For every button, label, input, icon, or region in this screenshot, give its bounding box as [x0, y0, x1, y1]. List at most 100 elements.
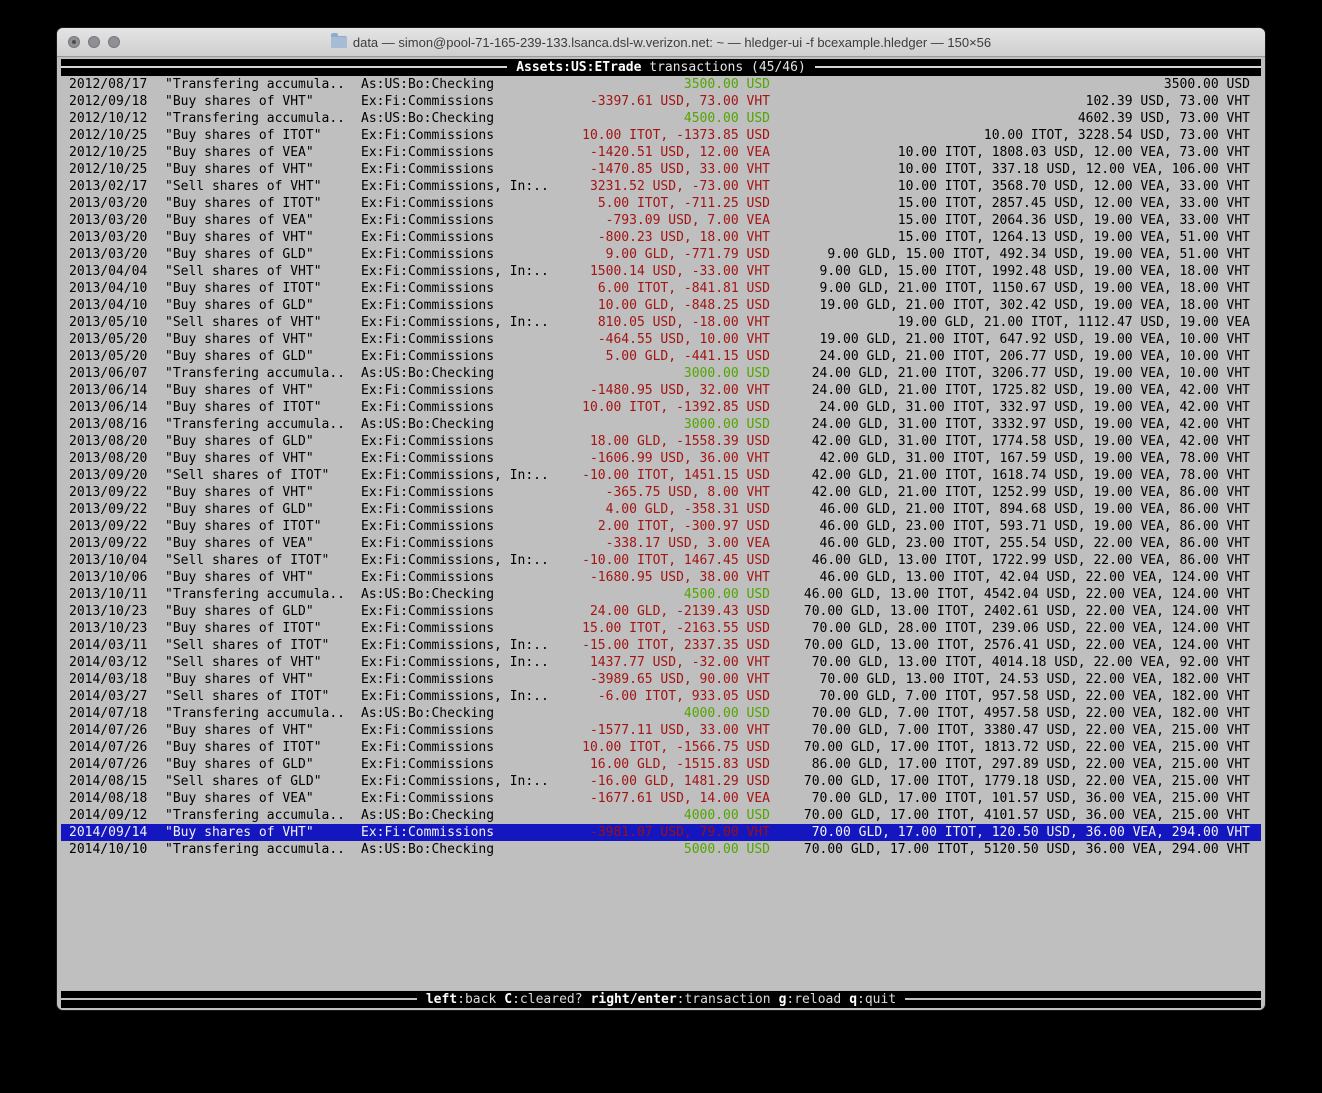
transaction-amount: -3989.65 USD, 90.00 VHT: [561, 671, 770, 688]
transaction-amount: 6.00 ITOT, -841.81 USD: [561, 280, 770, 297]
transaction-date: 2014/07/26: [69, 722, 157, 739]
transaction-balance: 24.00 GLD, 21.00 ITOT, 3206.77 USD, 19.0…: [770, 365, 1261, 382]
transaction-description: "Sell shares of ITOT": [165, 637, 361, 654]
transaction-row[interactable]: 2014/03/18 "Buy shares of VHT" Ex:Fi:Com…: [61, 671, 1261, 688]
transaction-other-accounts: Ex:Fi:Commissions, In:..: [361, 688, 561, 705]
transaction-row[interactable]: 2013/10/23 "Buy shares of GLD" Ex:Fi:Com…: [61, 603, 1261, 620]
transaction-row[interactable]: 2012/10/25 "Buy shares of VEA" Ex:Fi:Com…: [61, 144, 1261, 161]
column-gap: [157, 569, 165, 586]
transaction-row[interactable]: 2014/07/18 "Transfering accumula.. As:US…: [61, 705, 1261, 722]
transaction-balance: 42.00 GLD, 31.00 ITOT, 1774.58 USD, 19.0…: [770, 433, 1261, 450]
transaction-row[interactable]: 2013/10/11 "Transfering accumula.. As:US…: [61, 586, 1261, 603]
column-gap: [157, 331, 165, 348]
transaction-balance: 70.00 GLD, 17.00 ITOT, 5120.50 USD, 36.0…: [770, 841, 1261, 858]
transaction-row[interactable]: 2013/10/23 "Buy shares of ITOT" Ex:Fi:Co…: [61, 620, 1261, 637]
transaction-date: 2014/10/10: [69, 841, 157, 858]
column-gap: [157, 229, 165, 246]
transaction-row[interactable]: 2014/03/11 "Sell shares of ITOT" Ex:Fi:C…: [61, 637, 1261, 654]
transaction-row[interactable]: 2013/05/20 "Buy shares of VHT" Ex:Fi:Com…: [61, 331, 1261, 348]
transaction-other-accounts: Ex:Fi:Commissions, In:..: [361, 637, 561, 654]
transaction-row[interactable]: 2013/03/20 "Buy shares of GLD" Ex:Fi:Com…: [61, 246, 1261, 263]
transaction-row[interactable]: 2012/08/17 "Transfering accumula.. As:US…: [61, 76, 1261, 93]
transaction-row[interactable]: 2013/09/22 "Buy shares of GLD" Ex:Fi:Com…: [61, 501, 1261, 518]
transaction-row[interactable]: 2014/10/10 "Transfering accumula.. As:US…: [61, 841, 1261, 858]
transaction-row[interactable]: 2013/04/04 "Sell shares of VHT" Ex:Fi:Co…: [61, 263, 1261, 280]
transaction-row[interactable]: 2012/10/25 "Buy shares of ITOT" Ex:Fi:Co…: [61, 127, 1261, 144]
transaction-description: "Buy shares of VHT": [165, 722, 361, 739]
key-left-desc: :back: [457, 992, 496, 1007]
transaction-balance: 42.00 GLD, 21.00 ITOT, 1252.99 USD, 19.0…: [770, 484, 1261, 501]
transaction-description: "Transfering accumula..: [165, 841, 361, 858]
transaction-row[interactable]: 2013/06/07 "Transfering accumula.. As:US…: [61, 365, 1261, 382]
transaction-balance: 70.00 GLD, 13.00 ITOT, 24.53 USD, 22.00 …: [770, 671, 1261, 688]
column-gap: [157, 807, 165, 824]
column-gap: [157, 467, 165, 484]
transaction-row[interactable]: 2013/08/20 "Buy shares of GLD" Ex:Fi:Com…: [61, 433, 1261, 450]
column-gap: [157, 824, 165, 841]
transaction-row[interactable]: 2013/05/20 "Buy shares of GLD" Ex:Fi:Com…: [61, 348, 1261, 365]
transaction-balance: 46.00 GLD, 13.00 ITOT, 4542.04 USD, 22.0…: [770, 586, 1261, 603]
transaction-row[interactable]: 2014/09/12 "Transfering accumula.. As:US…: [61, 807, 1261, 824]
column-gap: [157, 535, 165, 552]
transaction-other-accounts: Ex:Fi:Commissions: [361, 161, 561, 178]
transaction-row[interactable]: 2014/08/18 "Buy shares of VEA" Ex:Fi:Com…: [61, 790, 1261, 807]
transaction-row[interactable]: 2013/09/20 "Sell shares of ITOT" Ex:Fi:C…: [61, 467, 1261, 484]
column-gap: [157, 739, 165, 756]
transaction-amount: 15.00 ITOT, -2163.55 USD: [561, 620, 770, 637]
transaction-row[interactable]: 2013/03/20 "Buy shares of VEA" Ex:Fi:Com…: [61, 212, 1261, 229]
transaction-row[interactable]: 2014/07/26 "Buy shares of ITOT" Ex:Fi:Co…: [61, 739, 1261, 756]
transaction-row[interactable]: 2013/03/20 "Buy shares of VHT" Ex:Fi:Com…: [61, 229, 1261, 246]
transaction-row[interactable]: 2013/09/22 "Buy shares of ITOT" Ex:Fi:Co…: [61, 518, 1261, 535]
zoom-button-icon[interactable]: [108, 36, 120, 48]
transaction-balance: 10.00 ITOT, 337.18 USD, 12.00 VEA, 106.0…: [770, 161, 1261, 178]
transaction-amount: -1606.99 USD, 36.00 VHT: [561, 450, 770, 467]
column-gap: [157, 178, 165, 195]
transaction-balance: 15.00 ITOT, 1264.13 USD, 19.00 VEA, 51.0…: [770, 229, 1261, 246]
transaction-row[interactable]: 2012/09/18 "Buy shares of VHT" Ex:Fi:Com…: [61, 93, 1261, 110]
transaction-row[interactable]: 2013/04/10 "Buy shares of ITOT" Ex:Fi:Co…: [61, 280, 1261, 297]
transaction-row-selected[interactable]: 2014/09/14 "Buy shares of VHT" Ex:Fi:Com…: [61, 824, 1261, 841]
transaction-row[interactable]: 2013/08/16 "Transfering accumula.. As:US…: [61, 416, 1261, 433]
column-gap: [157, 246, 165, 263]
transaction-other-accounts: Ex:Fi:Commissions, In:..: [361, 314, 561, 331]
transaction-row[interactable]: 2013/10/06 "Buy shares of VHT" Ex:Fi:Com…: [61, 569, 1261, 586]
transaction-row[interactable]: 2012/10/25 "Buy shares of VHT" Ex:Fi:Com…: [61, 161, 1261, 178]
transaction-amount: -10.00 ITOT, 1467.45 USD: [561, 552, 770, 569]
transaction-row[interactable]: 2013/06/14 "Buy shares of ITOT" Ex:Fi:Co…: [61, 399, 1261, 416]
transaction-row[interactable]: 2014/07/26 "Buy shares of GLD" Ex:Fi:Com…: [61, 756, 1261, 773]
transaction-date: 2012/08/17: [69, 76, 157, 93]
transaction-amount: 16.00 GLD, -1515.83 USD: [561, 756, 770, 773]
transaction-other-accounts: As:US:Bo:Checking: [361, 807, 561, 824]
transaction-row[interactable]: 2012/10/12 "Transfering accumula.. As:US…: [61, 110, 1261, 127]
transaction-balance: 9.00 GLD, 15.00 ITOT, 492.34 USD, 19.00 …: [770, 246, 1261, 263]
transaction-description: "Buy shares of GLD": [165, 297, 361, 314]
transaction-row[interactable]: 2014/03/27 "Sell shares of ITOT" Ex:Fi:C…: [61, 688, 1261, 705]
transaction-row[interactable]: 2014/03/12 "Sell shares of VHT" Ex:Fi:Co…: [61, 654, 1261, 671]
title-bar[interactable]: data — simon@pool-71-165-239-133.lsanca.…: [57, 28, 1265, 57]
transaction-balance: 19.00 GLD, 21.00 ITOT, 1112.47 USD, 19.0…: [770, 314, 1261, 331]
terminal-content: Assets:US:ETrade transactions (45/46) 20…: [57, 57, 1265, 1010]
transaction-row[interactable]: 2013/10/04 "Sell shares of ITOT" Ex:Fi:C…: [61, 552, 1261, 569]
minimize-button-icon[interactable]: [88, 36, 100, 48]
transaction-balance: 46.00 GLD, 13.00 ITOT, 1722.99 USD, 22.0…: [770, 552, 1261, 569]
close-button-icon[interactable]: [68, 36, 80, 48]
column-gap: [157, 365, 165, 382]
transaction-row[interactable]: 2013/04/10 "Buy shares of GLD" Ex:Fi:Com…: [61, 297, 1261, 314]
transaction-row[interactable]: 2013/09/22 "Buy shares of VHT" Ex:Fi:Com…: [61, 484, 1261, 501]
folder-icon: [331, 36, 347, 48]
transaction-other-accounts: Ex:Fi:Commissions, In:..: [361, 552, 561, 569]
transaction-balance: 15.00 ITOT, 2857.45 USD, 12.00 VEA, 33.0…: [770, 195, 1261, 212]
column-gap: [157, 654, 165, 671]
transaction-row[interactable]: 2013/02/17 "Sell shares of VHT" Ex:Fi:Co…: [61, 178, 1261, 195]
transaction-row[interactable]: 2014/08/15 "Sell shares of GLD" Ex:Fi:Co…: [61, 773, 1261, 790]
transaction-date: 2013/10/04: [69, 552, 157, 569]
transaction-row[interactable]: 2013/08/20 "Buy shares of VHT" Ex:Fi:Com…: [61, 450, 1261, 467]
transaction-row[interactable]: 2013/05/10 "Sell shares of VHT" Ex:Fi:Co…: [61, 314, 1261, 331]
transaction-row[interactable]: 2014/07/26 "Buy shares of VHT" Ex:Fi:Com…: [61, 722, 1261, 739]
transaction-row[interactable]: 2013/03/20 "Buy shares of ITOT" Ex:Fi:Co…: [61, 195, 1261, 212]
transaction-amount: 3500.00 USD: [561, 76, 770, 93]
transaction-other-accounts: As:US:Bo:Checking: [361, 586, 561, 603]
transaction-description: "Transfering accumula..: [165, 110, 361, 127]
transaction-row[interactable]: 2013/09/22 "Buy shares of VEA" Ex:Fi:Com…: [61, 535, 1261, 552]
transaction-row[interactable]: 2013/06/14 "Buy shares of VHT" Ex:Fi:Com…: [61, 382, 1261, 399]
